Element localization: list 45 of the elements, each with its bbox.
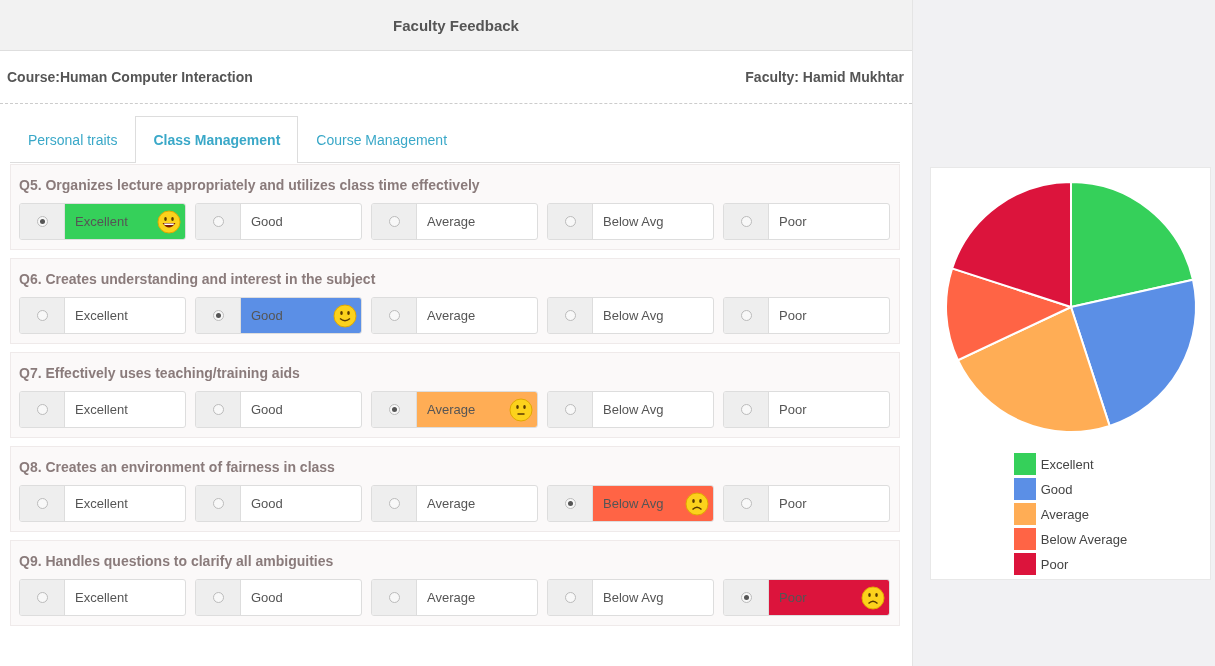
radio-button[interactable]: [564, 404, 576, 415]
radio-button[interactable]: [36, 310, 48, 321]
radio-button[interactable]: [564, 216, 576, 227]
question-text: Q9. Handles questions to clarify all ambiguities: [19, 553, 335, 569]
question-text: Q7. Effectively uses teaching/training aids: [19, 365, 301, 381]
legend-label: Average: [1040, 506, 1089, 522]
radio-button[interactable]: [388, 592, 400, 603]
question-text: Q5. Organizes lecture appropriately and utilizes class time effectively: [19, 177, 481, 193]
question-text: Q8. Creates an environment of fairness in class: [19, 459, 336, 475]
radio-button[interactable]: [740, 498, 752, 509]
legend-label: Poor: [1040, 556, 1069, 572]
radio-button[interactable]: [212, 310, 224, 321]
radio-button[interactable]: [388, 498, 400, 509]
radio-button[interactable]: [388, 216, 400, 227]
page-title: Faculty Feedback: [393, 16, 519, 34]
rating-option[interactable]: Excellent: [65, 204, 185, 239]
faculty-label: Faculty: Hamid Mukhtar: [745, 69, 904, 85]
radio-button[interactable]: [740, 310, 752, 321]
grinning-face-icon: [157, 209, 181, 234]
legend-label: Excellent: [1040, 456, 1094, 472]
neutral-face-icon: [509, 397, 533, 422]
radio-button[interactable]: [212, 498, 224, 509]
radio-button[interactable]: [36, 592, 48, 603]
frowning-face-icon: [685, 491, 709, 516]
legend-label: Below Average: [1040, 531, 1128, 547]
radio-button[interactable]: [388, 404, 400, 415]
radio-button[interactable]: [212, 216, 224, 227]
radio-button[interactable]: [36, 498, 48, 509]
rating-option[interactable]: Average: [417, 392, 537, 427]
radio-button[interactable]: [740, 592, 752, 603]
radio-button[interactable]: [212, 404, 224, 415]
radio-button[interactable]: [212, 592, 224, 603]
question-text: Q6. Creates understanding and interest in the subject: [19, 271, 377, 287]
radio-button[interactable]: [564, 498, 576, 509]
course-label: Course:Human Computer Interaction: [7, 69, 253, 85]
smiling-face-icon: [333, 303, 357, 328]
frowning-face-icon: [861, 585, 885, 610]
radio-button[interactable]: [564, 310, 576, 321]
legend-label: Good: [1040, 481, 1073, 497]
radio-button[interactable]: [740, 216, 752, 227]
radio-button[interactable]: [740, 404, 752, 415]
radio-button[interactable]: [564, 592, 576, 603]
radio-button[interactable]: [388, 310, 400, 321]
radio-button[interactable]: [36, 216, 48, 227]
radio-button[interactable]: [36, 404, 48, 415]
